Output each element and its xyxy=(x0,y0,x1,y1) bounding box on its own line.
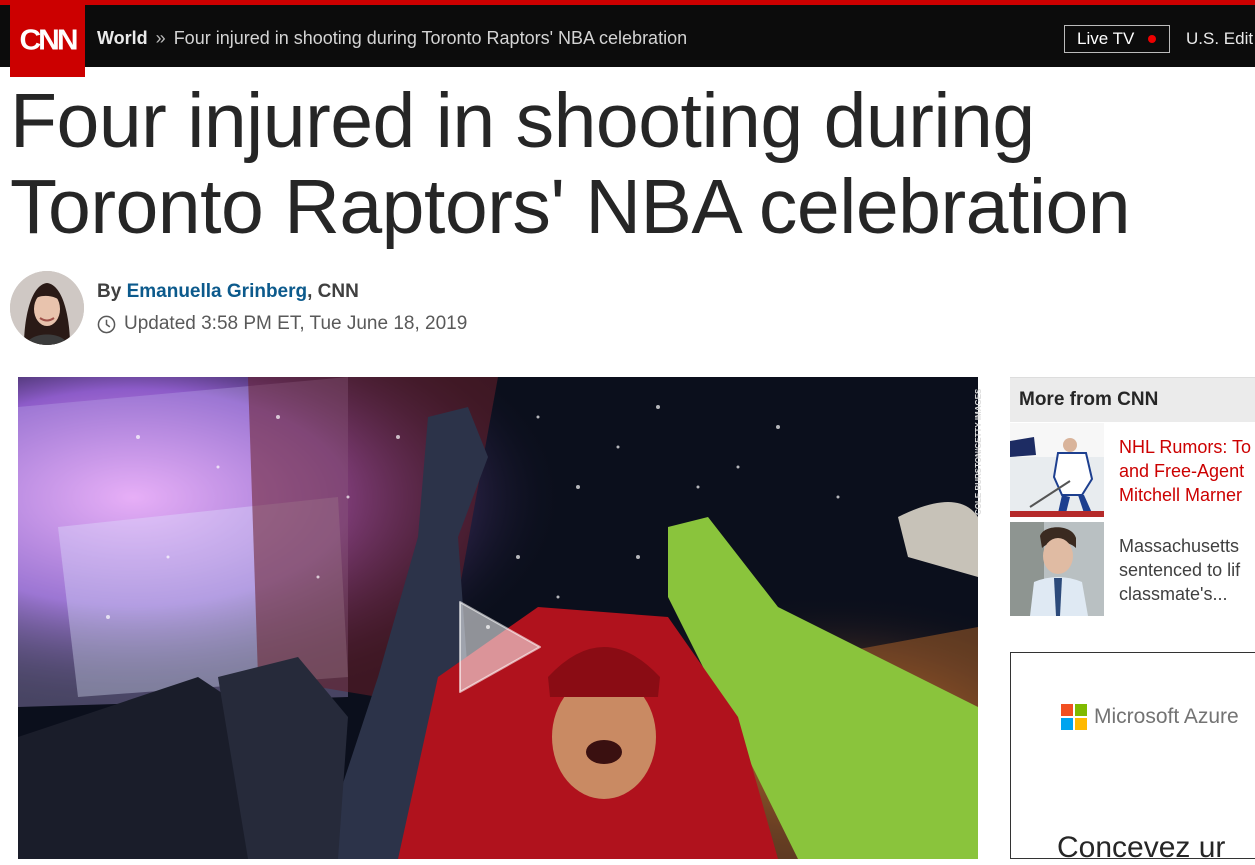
article-headline: Four injured in shooting during Toronto … xyxy=(10,78,1255,250)
breadcrumb-separator: » xyxy=(155,28,166,48)
rail-story-headline-line: Mitchell Marner xyxy=(1119,485,1243,505)
author-avatar[interactable] xyxy=(10,271,84,345)
live-indicator-dot-icon xyxy=(1148,35,1157,43)
breadcrumb-section-link[interactable]: World xyxy=(97,28,148,48)
rail-title: More from CNN xyxy=(1019,389,1159,410)
clock-icon xyxy=(97,315,116,333)
byline: By Emanuella Grinberg, CNN xyxy=(97,281,359,303)
updated-text: Updated 3:58 PM ET, Tue June 18, 2019 xyxy=(124,313,468,334)
rail-story-thumbnail[interactable] xyxy=(1010,423,1104,517)
rail-story-headline-line: classmate's... xyxy=(1119,584,1228,604)
updated-timestamp: Updated 3:58 PM ET, Tue June 18, 2019 xyxy=(97,313,467,335)
rail-story-headline-line: sentenced to lif xyxy=(1119,560,1241,580)
ad-tagline: Concevez ur xyxy=(1057,831,1226,864)
play-button[interactable] xyxy=(456,598,544,701)
rail-story-headline[interactable]: Massachusetts sentenced to lif classmate… xyxy=(1119,534,1255,606)
author-link[interactable]: Emanuella Grinberg xyxy=(127,281,308,302)
more-from-cnn-header: More from CNN xyxy=(1010,377,1255,422)
rail-story-item[interactable]: Massachusetts sentenced to lif classmate… xyxy=(1010,522,1255,616)
headline-line-1: Four injured in shooting during xyxy=(10,78,1035,164)
rail-story-thumbnail[interactable] xyxy=(1010,522,1104,616)
rail-story-headline[interactable]: NHL Rumors: To and Free-Agent Mitchell M… xyxy=(1119,435,1255,507)
breadcrumb: World » Four injured in shooting during To… xyxy=(97,28,687,49)
photo-credit: COLE BURSTON/GETTY IMAGES xyxy=(964,385,983,515)
byline-outlet: , CNN xyxy=(307,281,359,302)
rail-story-headline-line: and Free-Agent xyxy=(1119,461,1245,481)
photo-credit-text: COLE BURSTON/GETTY IMAGES xyxy=(974,388,983,515)
breadcrumb-article-title: Four injured in shooting during Toronto … xyxy=(173,28,688,48)
rail-story-headline-line: NHL Rumors: To xyxy=(1119,437,1252,457)
live-tv-label: Live TV xyxy=(1077,29,1135,48)
rail-story-item[interactable]: NHL Rumors: To and Free-Agent Mitchell M… xyxy=(1010,423,1255,517)
advertisement[interactable]: Microsoft Azure Concevez ur xyxy=(1010,652,1255,864)
play-icon xyxy=(459,601,541,693)
top-navigation-bar: World » Four injured in shooting during To… xyxy=(0,5,1255,67)
edition-selector[interactable]: U.S. Edit xyxy=(1186,29,1253,49)
microsoft-logo-icon xyxy=(1061,704,1087,730)
live-tv-button[interactable]: Live TV xyxy=(1064,25,1170,53)
rail-story-headline-line: Massachusetts xyxy=(1119,536,1240,556)
logo-text: CNN xyxy=(19,24,79,57)
cnn-logo[interactable]: CNN xyxy=(10,5,85,77)
headline-line-2: Toronto Raptors' NBA celebration xyxy=(10,164,1131,250)
byline-prefix: By xyxy=(97,281,122,302)
ad-brand-name: Microsoft Azure xyxy=(1094,705,1239,728)
